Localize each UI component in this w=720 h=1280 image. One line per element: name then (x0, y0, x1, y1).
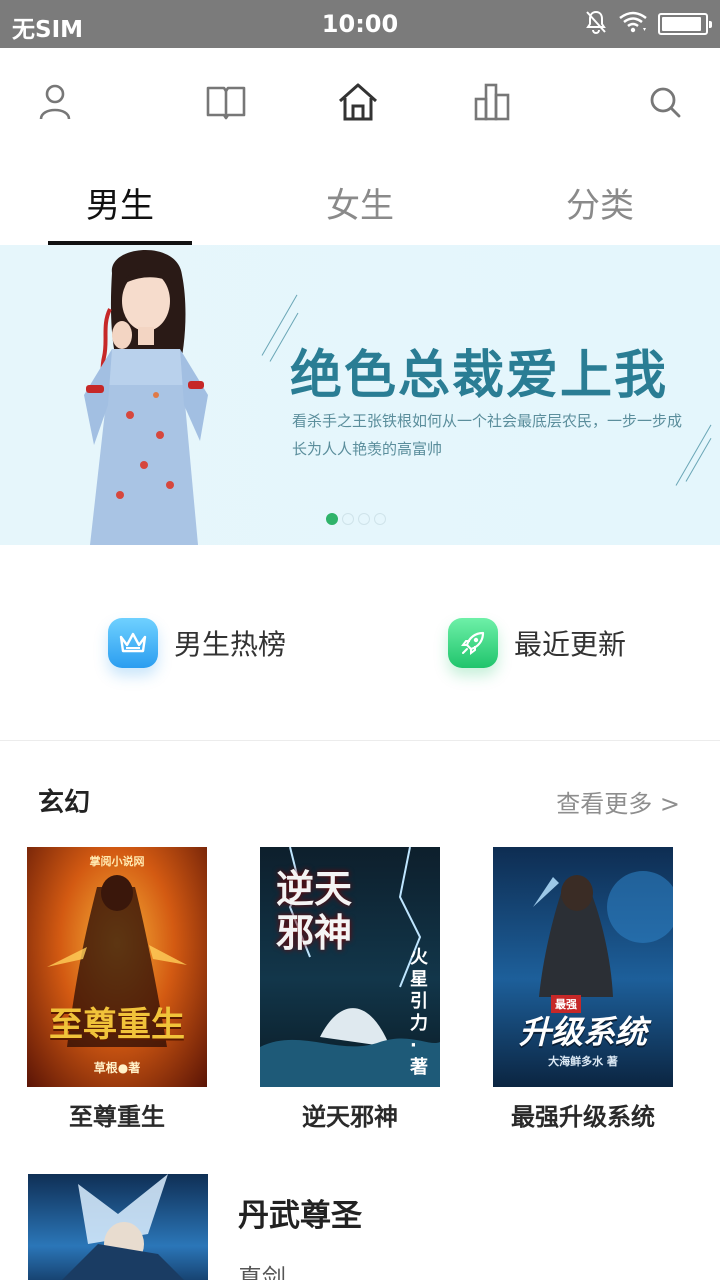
channel-tabs: 男生 女生 分类 (0, 158, 720, 246)
user-icon[interactable] (33, 80, 77, 124)
cover-title: 升级系统 (518, 1013, 647, 1051)
wifi-icon (618, 10, 648, 38)
book-title: 最强升级系统 (511, 1103, 655, 1131)
mute-bell-icon (584, 9, 608, 39)
view-more-link[interactable]: 查看更多 > (556, 784, 680, 819)
battery-icon (658, 13, 712, 35)
banner-description: 看杀手之王张铁根如何从一个社会最底层农民，一步一步成长为人人艳羡的高富帅 (292, 412, 683, 458)
recent-update-link[interactable]: 最近更新 (448, 617, 626, 669)
status-icons (584, 9, 712, 39)
book-title: 逆天邪神 (302, 1103, 398, 1131)
hot-rank-link[interactable]: 男生热榜 (108, 617, 286, 669)
crown-icon (108, 618, 158, 668)
book-card[interactable]: 掌阅小说网 至尊重生 草根●著 至尊重生 (27, 847, 207, 1132)
tab-male[interactable]: 男生 (0, 178, 240, 227)
list-book-title: 丹武尊圣 (238, 1198, 362, 1234)
carousel-dot (342, 513, 354, 525)
list-book-author: 真剑 (238, 1264, 286, 1280)
search-icon[interactable] (643, 80, 687, 124)
cover-author: 草根●著 (93, 1061, 141, 1075)
carousel-indicator (326, 513, 386, 525)
cover-art (62, 1174, 184, 1280)
banner-character-illustration (84, 249, 208, 545)
status-bar: 无SIM 10:00 (0, 0, 720, 48)
list-book-cover[interactable] (28, 1174, 208, 1280)
tab-female[interactable]: 女生 (240, 178, 480, 227)
carousel-dot (326, 513, 338, 525)
banner-title: 绝色总裁爱上我 (290, 345, 669, 406)
cover-title: 逆天邪神 (276, 866, 353, 955)
carousel-dot (358, 513, 370, 525)
book-title: 至尊重生 (69, 1103, 165, 1131)
cover-author: 大海鲜多水 著 (548, 1055, 618, 1068)
quick-links: 男生热榜 最近更新 (0, 545, 720, 741)
bar-chart-icon[interactable] (471, 80, 515, 124)
cover-author: 火星引力·著 (410, 947, 428, 1078)
book-cover: 最强 升级系统 大海鲜多水 著 (493, 847, 673, 1087)
cover-title: 至尊重生 (49, 1005, 185, 1045)
tab-category[interactable]: 分类 (480, 178, 720, 227)
book-cover: 逆天邪神 火星引力·著 (260, 847, 440, 1087)
rocket-icon (448, 618, 498, 668)
book-cover: 掌阅小说网 至尊重生 草根●著 (27, 847, 207, 1087)
section-title: 玄幻 (38, 788, 91, 818)
book-open-icon[interactable] (204, 80, 248, 124)
book-card[interactable]: 最强 升级系统 大海鲜多水 著 最强升级系统 (493, 847, 673, 1132)
cover-publisher: 掌阅小说网 (89, 855, 145, 868)
book-card[interactable]: 逆天邪神 火星引力·著 逆天邪神 (260, 847, 440, 1132)
cover-art (47, 875, 187, 1047)
recent-update-label: 最近更新 (514, 628, 627, 661)
top-nav (0, 48, 720, 158)
home-icon[interactable] (336, 80, 380, 124)
hot-rank-label: 男生热榜 (174, 628, 287, 661)
carousel-dot (374, 513, 386, 525)
promo-banner[interactable]: 绝色总裁爱上我 看杀手之王张铁根如何从一个社会最底层农民，一步一步成长为人人艳羡… (0, 245, 720, 545)
